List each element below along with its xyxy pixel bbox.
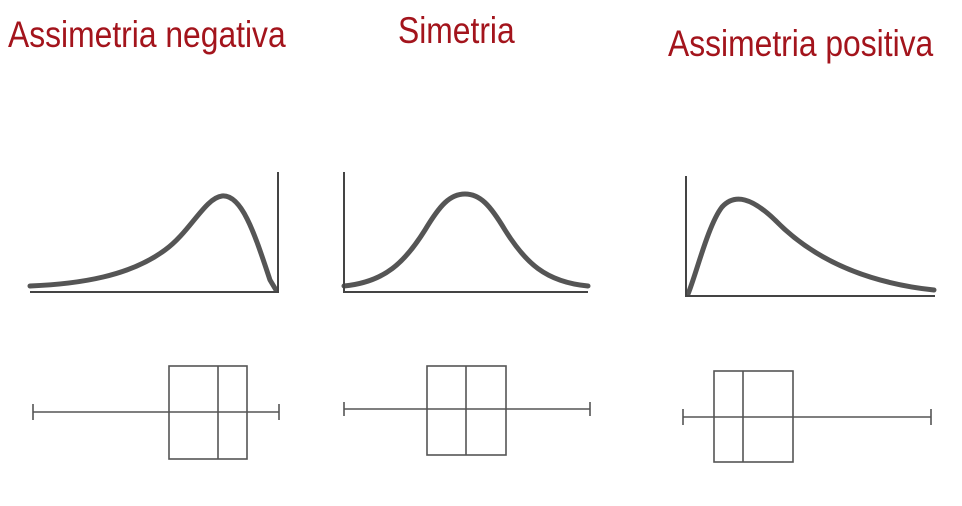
boxplot-symmetric <box>343 365 591 456</box>
boxplot-positive <box>682 370 932 463</box>
panel-positive-skew <box>682 176 937 463</box>
density-curve-negative <box>27 193 279 293</box>
density-curve-positive <box>685 196 937 297</box>
skewness-diagram <box>27 172 937 463</box>
panel-symmetric <box>341 172 591 456</box>
boxplot-negative <box>32 365 280 460</box>
panel-negative-skew <box>27 172 280 460</box>
density-curve-symmetric <box>341 191 591 289</box>
